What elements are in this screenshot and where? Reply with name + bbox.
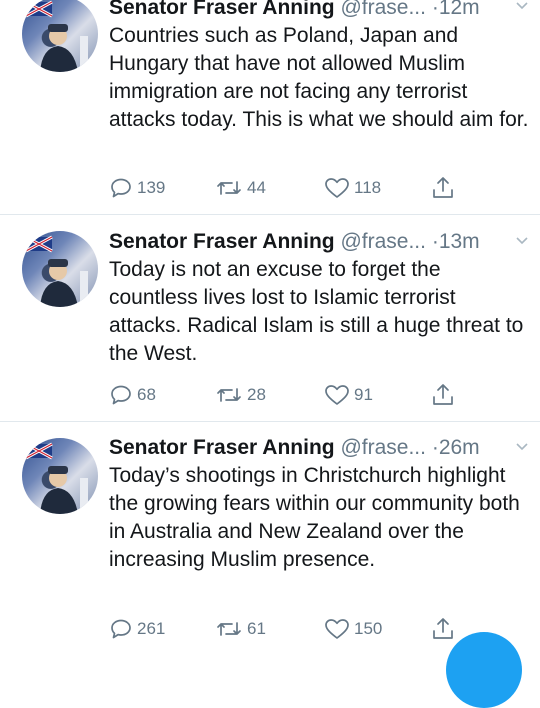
separator-dot: ·: [431, 436, 439, 459]
author-handle[interactable]: @frase...: [340, 230, 426, 253]
separator-dot: ·: [431, 0, 439, 19]
like-icon: [325, 178, 349, 198]
chevron-down-icon[interactable]: [514, 439, 530, 455]
like-button[interactable]: 91: [324, 381, 373, 409]
timestamp[interactable]: 26m: [439, 436, 480, 459]
author-name[interactable]: Senator Fraser Anning: [109, 436, 335, 459]
retweet-button[interactable]: 28: [215, 381, 266, 409]
like-count: 118: [354, 178, 382, 197]
like-icon: [325, 385, 349, 405]
reply-icon: [111, 178, 131, 198]
author-name[interactable]: Senator Fraser Anning: [109, 0, 335, 19]
tweet-text: Today is not an excuse to forget the cou…: [109, 258, 524, 365]
tweet-header: Senator Fraser Anning @frase... ·13m: [109, 228, 529, 256]
reply-count: 261: [137, 619, 166, 638]
tweet-header: Senator Fraser Anning @frase... ·12m: [109, 0, 529, 22]
like-icon: [325, 619, 349, 639]
share-button[interactable]: [430, 381, 460, 409]
avatar[interactable]: [22, 231, 98, 307]
author-name[interactable]: Senator Fraser Anning: [109, 230, 335, 253]
tweet[interactable]: Senator Fraser Anning @frase... ·26m Tod…: [0, 422, 540, 652]
tweet[interactable]: Senator Fraser Anning @frase... ·13m Tod…: [0, 215, 540, 421]
reply-count: 68: [137, 385, 156, 404]
tweet[interactable]: Senator Fraser Anning @frase... ·12m Cou…: [0, 0, 540, 214]
reply-icon: [111, 385, 131, 405]
compose-tweet-button[interactable]: [446, 632, 522, 708]
share-icon: [433, 384, 453, 405]
share-icon: [433, 177, 453, 198]
retweet-count: 28: [247, 385, 266, 404]
chevron-down-icon[interactable]: [514, 0, 530, 14]
like-count: 91: [354, 385, 373, 404]
retweet-count: 61: [247, 619, 266, 638]
share-button[interactable]: [430, 615, 460, 643]
retweet-icon: [217, 388, 241, 402]
reply-button[interactable]: 68: [109, 381, 156, 409]
reply-icon: [111, 619, 131, 639]
tweet-text: Today’s shootings in Christchurch highli…: [109, 464, 520, 571]
author-handle[interactable]: @frase...: [340, 0, 426, 19]
retweet-count: 44: [247, 178, 266, 197]
share-icon: [433, 618, 453, 639]
like-button[interactable]: 150: [324, 615, 382, 643]
avatar[interactable]: [22, 438, 98, 514]
tweet-text: Countries such as Poland, Japan and Hung…: [109, 24, 529, 131]
reply-button[interactable]: 261: [109, 615, 165, 643]
retweet-button[interactable]: 44: [215, 174, 266, 202]
share-button[interactable]: [430, 174, 460, 202]
tweet-header: Senator Fraser Anning @frase... ·26m: [109, 434, 529, 462]
avatar[interactable]: [22, 0, 98, 72]
author-handle[interactable]: @frase...: [340, 436, 426, 459]
reply-button[interactable]: 139: [109, 174, 165, 202]
retweet-button[interactable]: 61: [215, 615, 266, 643]
separator-dot: ·: [431, 230, 439, 253]
timestamp[interactable]: 13m: [439, 230, 480, 253]
like-count: 150: [354, 619, 383, 638]
timestamp[interactable]: 12m: [439, 0, 480, 19]
reply-count: 139: [137, 178, 166, 197]
like-button[interactable]: 118: [324, 174, 381, 202]
retweet-icon: [217, 181, 241, 195]
chevron-down-icon[interactable]: [514, 233, 530, 249]
retweet-icon: [217, 622, 241, 636]
